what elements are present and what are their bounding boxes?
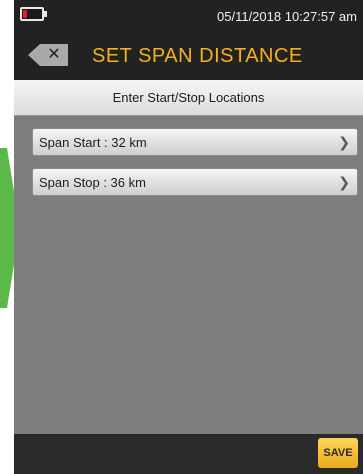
span-stop-label: Span Stop : 36 km [39,175,146,190]
span-stop-item[interactable]: Span Stop : 36 km ❯ [32,168,358,196]
status-bar: 05/11/2018 10:27:57 am [14,0,363,32]
chevron-right-icon: ❯ [338,174,350,190]
span-start-label: Span Start : 32 km [39,135,147,150]
device-screen: 05/11/2018 10:27:57 am ✕ SET SPAN DISTAN… [14,0,363,474]
close-back-button[interactable]: ✕ [28,44,68,66]
battery-level [23,10,27,18]
span-start-item[interactable]: Span Start : 32 km ❯ [32,128,358,156]
page-title: SET SPAN DISTANCE [92,45,303,67]
status-datetime: 05/11/2018 10:27:57 am [217,9,357,24]
subheader: Enter Start/Stop Locations [14,80,363,116]
title-bar: ✕ SET SPAN DISTANCE [14,32,363,80]
subheader-instruction: Enter Start/Stop Locations [112,90,265,105]
screen: 05/11/2018 10:27:57 am ✕ SET SPAN DISTAN… [0,0,363,474]
close-icon: ✕ [47,46,61,63]
bottom-toolbar: SAVE [14,434,363,474]
span-settings-list: Span Start : 32 km ❯ Span Stop : 36 km ❯ [14,116,363,434]
save-button[interactable]: SAVE [318,438,358,468]
battery-low-icon [20,7,47,21]
chevron-right-icon: ❯ [338,134,350,150]
